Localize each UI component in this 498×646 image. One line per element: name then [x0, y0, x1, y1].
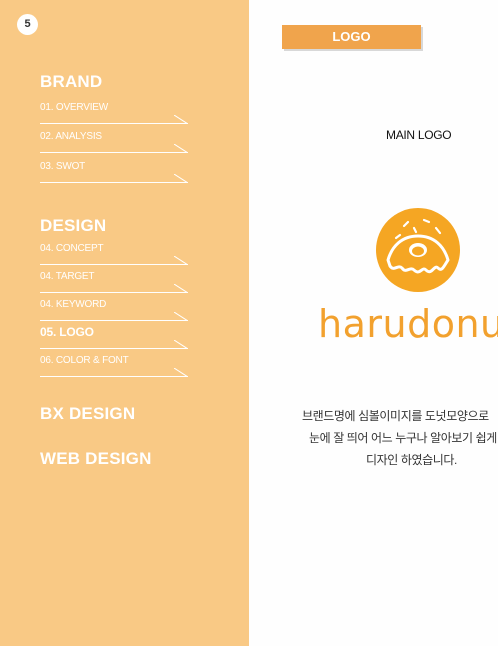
section-design[interactable]: DESIGN: [40, 216, 106, 236]
nav-item-logo[interactable]: 05. LOGO: [40, 325, 188, 349]
brand-wordmark: harudonut: [318, 302, 498, 346]
sidebar: 5 BRAND 01. OVERVIEW 02. ANALYSIS 03. SW…: [0, 0, 249, 646]
description-line: 브랜드명에 심볼이미지를 도넛모양으로: [302, 409, 489, 423]
nav-item-concept[interactable]: 04. CONCEPT: [40, 243, 188, 265]
nav-item-target[interactable]: 04. TARGET: [40, 271, 188, 293]
divider: [40, 182, 188, 183]
divider: [40, 348, 188, 349]
divider: [40, 292, 188, 293]
nav-item-label: 02. ANALYSIS: [40, 131, 102, 142]
arrow-icon: [174, 115, 188, 124]
arrow-icon: [174, 340, 188, 349]
nav-item-color-font[interactable]: 06. COLOR & FONT: [40, 355, 188, 377]
description-line: 디자인 하였습니다.: [366, 453, 457, 467]
section-tag: LOGO: [282, 25, 421, 49]
divider: [40, 123, 188, 124]
nav-item-label: 01. OVERVIEW: [40, 102, 108, 113]
divider: [40, 264, 188, 265]
nav-item-label: 04. CONCEPT: [40, 243, 104, 254]
arrow-icon: [174, 256, 188, 265]
nav-item-keyword[interactable]: 04. KEYWORD: [40, 299, 188, 321]
arrow-icon: [174, 312, 188, 321]
section-web-design[interactable]: WEB DESIGN: [40, 449, 152, 469]
main-logo-label: MAIN LOGO: [386, 128, 452, 142]
section-bx-design[interactable]: BX DESIGN: [40, 404, 135, 424]
divider: [40, 152, 188, 153]
section-brand[interactable]: BRAND: [40, 72, 102, 92]
donut-logo-icon: [376, 208, 460, 292]
arrow-icon: [174, 368, 188, 377]
nav-item-analysis[interactable]: 02. ANALYSIS: [40, 131, 188, 153]
nav-item-overview[interactable]: 01. OVERVIEW: [40, 102, 188, 124]
nav-item-label: 04. KEYWORD: [40, 299, 107, 310]
arrow-icon: [174, 144, 188, 153]
nav-item-swot[interactable]: 03. SWOT: [40, 161, 188, 183]
nav-item-label: 05. LOGO: [40, 325, 94, 339]
nav-item-label: 03. SWOT: [40, 161, 86, 172]
arrow-icon: [174, 284, 188, 293]
divider: [40, 376, 188, 377]
nav-item-label: 06. COLOR & FONT: [40, 355, 129, 366]
nav-item-label: 04. TARGET: [40, 271, 95, 282]
description-line: 눈에 잘 띄어 어느 누구나 알아보기 쉽게: [309, 431, 497, 445]
page-number-badge: 5: [17, 14, 38, 35]
arrow-icon: [174, 174, 188, 183]
divider: [40, 320, 188, 321]
